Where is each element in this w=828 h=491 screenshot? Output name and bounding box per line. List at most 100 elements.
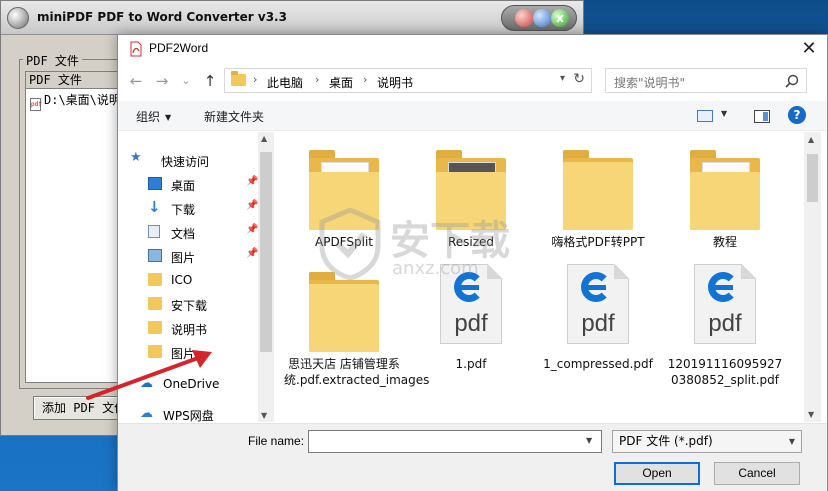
file-name: 1.pdf (455, 357, 487, 371)
sidebar-item-label: OneDrive (163, 377, 220, 391)
sidebar-item-label: 图片 (171, 251, 196, 265)
help-icon[interactable]: ? (788, 106, 806, 124)
file-name: Resized (447, 235, 495, 249)
cancel-button[interactable]: Cancel (714, 462, 800, 485)
cloud-icon: ☁ (140, 376, 153, 391)
scroll-up-icon[interactable]: ▲ (808, 135, 814, 144)
file-name-label: File name: (248, 434, 305, 448)
dialog-titlebar[interactable]: PDF2Word ✕ (118, 35, 827, 63)
pin-icon[interactable]: 📌 (246, 176, 258, 187)
sidebar-item-desktop[interactable]: 桌面 📌 (140, 174, 260, 194)
pdf-file-list[interactable]: PDF 文件 pdf D:\桌面\说明 (25, 71, 125, 383)
sidebar-item-wps-cloud[interactable]: ☁ WPS网盘 (132, 404, 252, 422)
group-title: PDF 文件 (23, 52, 82, 69)
sidebar-item-pictures[interactable]: 图片 📌 (140, 246, 260, 266)
sidebar-item-label: 文档 (171, 227, 196, 241)
file-name: 1_compressed.pdf (543, 357, 653, 371)
address-bar[interactable]: › 此电脑 › 桌面 › 说明书 ▾ ↻ (224, 68, 592, 93)
folder-icon (309, 148, 379, 230)
recent-locations-button[interactable]: ⌄ (176, 71, 196, 91)
folder-icon (148, 297, 162, 310)
app-logo-icon (7, 7, 29, 29)
pin-icon[interactable]: 📌 (246, 248, 258, 259)
navigation-pane[interactable]: ★ 快速访问 桌面 📌 ↓ 下载 📌 文档 📌 图片 📌 ICO 安下载 说明书… (118, 132, 274, 422)
pdf2word-app-icon (130, 41, 142, 57)
file-view-scrollbar[interactable]: ▲ ▼ (804, 132, 821, 422)
search-input[interactable]: 搜索"说明书" (605, 68, 807, 93)
file-name: 1201911160959270380852_split.pdf (667, 357, 783, 387)
document-icon (148, 225, 160, 238)
view-options-icon[interactable] (697, 110, 713, 122)
sidebar-item-label: ICO (171, 273, 193, 287)
sidebar-item-documents[interactable]: 文档 📌 (140, 222, 260, 242)
scrollbar-thumb[interactable] (260, 152, 272, 352)
chevron-down-icon[interactable]: ▾ (560, 73, 565, 84)
pdf-glyph: pdf (708, 310, 742, 337)
scroll-down-icon[interactable]: ▼ (808, 410, 814, 419)
dialog-footer: File name: ▼ PDF 文件 (*.pdf) ▼ Open Cance… (118, 423, 827, 491)
organize-label: 组织 (136, 110, 161, 124)
scroll-down-icon[interactable]: ▼ (261, 411, 267, 420)
chevron-down-icon[interactable]: ▼ (586, 436, 592, 445)
breadcrumb-manual[interactable]: 说明书 (377, 74, 413, 91)
sidebar-item-label: 图片 (171, 347, 196, 361)
breadcrumb-this-pc[interactable]: 此电脑 (267, 74, 303, 91)
chevron-down-icon[interactable]: ▼ (721, 109, 727, 118)
folder-icon (309, 270, 379, 352)
list-item[interactable]: pdf D:\桌面\说明 (30, 92, 130, 111)
chevron-down-icon: ▼ (165, 113, 172, 122)
command-toolbar: 组织 ▼ 新建文件夹 ▼ ? (118, 101, 827, 131)
folder-icon (148, 345, 162, 358)
refresh-icon[interactable]: ↻ (573, 71, 585, 87)
scrollbar-thumb[interactable] (807, 154, 818, 202)
maximize-button[interactable] (533, 9, 551, 27)
sidebar-item-pictures-folder[interactable]: 图片 (140, 342, 260, 362)
folder-icon (148, 321, 162, 334)
file-name: 思迅天店 店铺管理系统.pdf.extracted_images (284, 357, 430, 387)
sidebar-item-label: 安下载 (171, 299, 208, 313)
sidebar-item-quick-access[interactable]: ★ 快速访问 (122, 150, 242, 170)
sidebar-item-onedrive[interactable]: ☁ OneDrive (132, 374, 252, 394)
app-titlebar[interactable]: miniPDF PDF to Word Converter v3.3 x (1, 1, 583, 35)
pin-icon[interactable]: 📌 (246, 224, 258, 235)
dialog-title: PDF2Word (149, 41, 209, 55)
breadcrumb-desktop[interactable]: 桌面 (329, 74, 353, 91)
dialog-close-button[interactable]: ✕ (797, 37, 821, 61)
forward-button[interactable]: → (152, 71, 172, 91)
pdf-file-icon: pdf (694, 263, 757, 344)
sidebar-item-anxiazai[interactable]: 安下载 (140, 294, 260, 314)
navigation-scrollbar[interactable]: ▲ ▼ (258, 132, 274, 422)
close-button[interactable]: x (551, 9, 569, 27)
file-view[interactable]: APDFSplit Resized 嗨格式PDF转PPT 教程 思迅天店 店铺管… (278, 132, 804, 422)
open-file-dialog: PDF2Word ✕ ← → ⌄ ↑ › 此电脑 › 桌面 › 说明书 ▾ ↻ … (117, 34, 828, 491)
folder-icon (563, 148, 633, 230)
add-pdf-file-button[interactable]: 添加 PDF 文件 (33, 396, 123, 420)
open-button[interactable]: Open (614, 462, 700, 485)
breadcrumb-separator[interactable]: › (363, 73, 367, 86)
search-placeholder: 搜索"说明书" (614, 76, 686, 90)
breadcrumb-separator[interactable]: › (315, 73, 319, 86)
sidebar-item-label: 快速访问 (161, 155, 210, 169)
minimize-button[interactable] (515, 9, 533, 27)
folder-icon (436, 148, 506, 230)
preview-pane-icon[interactable] (754, 110, 770, 123)
file-type-select[interactable]: PDF 文件 (*.pdf) ▼ (612, 430, 802, 453)
pdf-glyph: pdf (454, 310, 488, 337)
file-type-value: PDF 文件 (*.pdf) (619, 434, 713, 448)
breadcrumb-separator[interactable]: › (253, 73, 257, 86)
search-icon[interactable] (785, 74, 799, 88)
new-folder-button[interactable]: 新建文件夹 (204, 108, 264, 125)
scroll-up-icon[interactable]: ▲ (261, 134, 267, 143)
sidebar-item-ico[interactable]: ICO (140, 270, 260, 290)
download-icon: ↓ (148, 198, 161, 216)
back-button[interactable]: ← (126, 71, 146, 91)
sidebar-item-manual[interactable]: 说明书 (140, 318, 260, 338)
sidebar-item-downloads[interactable]: ↓ 下载 📌 (140, 198, 260, 218)
sidebar-item-label: 说明书 (171, 323, 208, 337)
organize-menu[interactable]: 组织 ▼ (136, 108, 171, 125)
file-name-input[interactable] (308, 430, 602, 453)
pin-icon[interactable]: 📌 (246, 200, 258, 211)
list-column-header[interactable]: PDF 文件 (26, 72, 124, 89)
pdf-file-icon: pdf (440, 263, 503, 344)
up-button[interactable]: ↑ (200, 71, 220, 91)
